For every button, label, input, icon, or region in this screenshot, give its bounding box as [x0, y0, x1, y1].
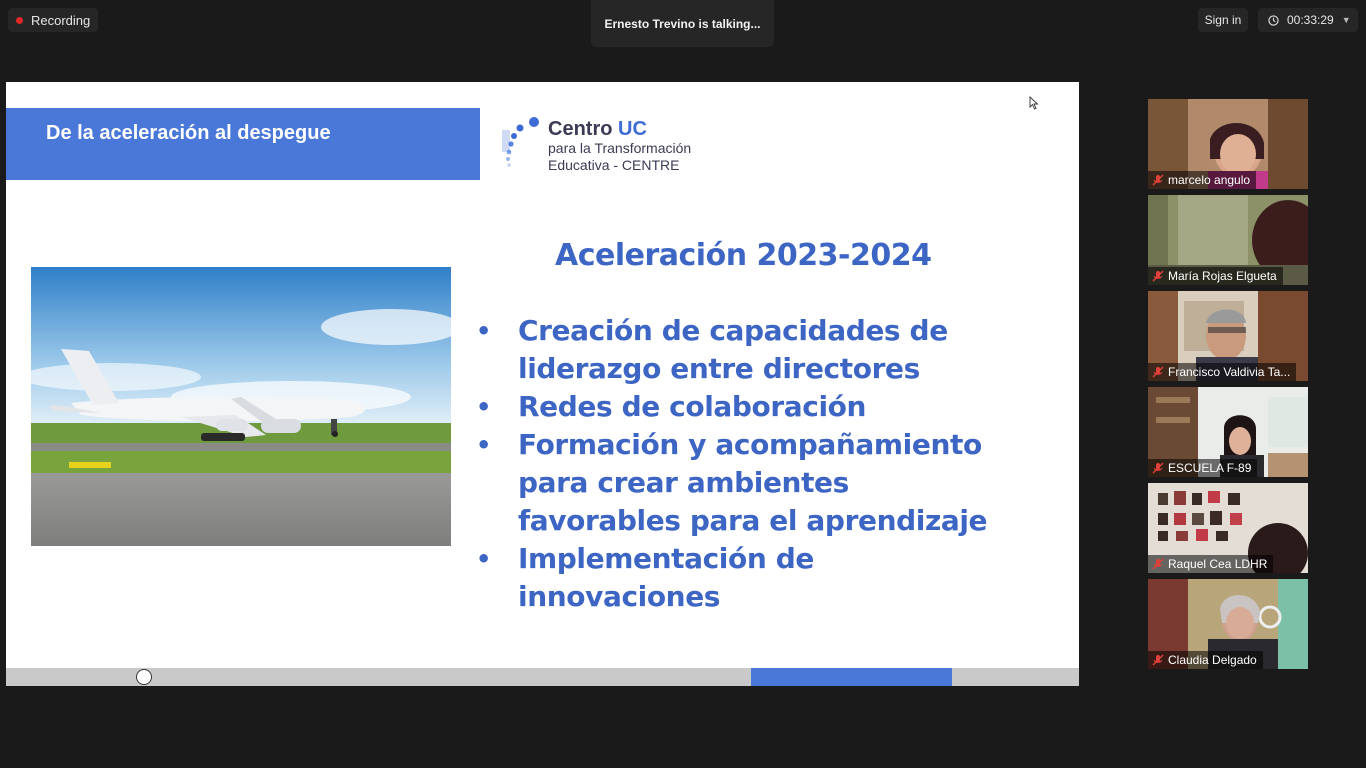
participant-name: María Rojas Elgueta [1168, 269, 1277, 283]
participant-tile[interactable]: ESCUELA F-89 [1148, 387, 1308, 477]
bullet-item: • Redes de colaboración [476, 388, 987, 426]
participant-tile[interactable]: Raquel Cea LDHR [1148, 483, 1308, 573]
bullet-dot-icon: • [476, 431, 491, 459]
airplane-photo [31, 267, 451, 546]
logo-uc-word: UC [618, 118, 647, 140]
logo-subtitle-2: Educativa - CENTRE [548, 157, 680, 173]
muted-mic-icon [1152, 366, 1164, 378]
bullet-text: Formación y acompañamiento [518, 428, 982, 461]
participant-name-tag: Francisco Valdivia Ta... [1148, 363, 1297, 381]
participant-name: Raquel Cea LDHR [1168, 557, 1268, 571]
active-speaker-label: Ernesto Trevino is talking... [604, 16, 761, 31]
bullet-text: Creación de capacidades de [518, 314, 948, 347]
meeting-timer[interactable]: 00:33:29 ▼ [1258, 8, 1358, 32]
recording-dot-icon [16, 16, 23, 24]
muted-mic-icon [1152, 270, 1164, 282]
bullet-dot-icon: • [476, 317, 491, 345]
bullet-dot-icon: • [476, 393, 491, 421]
participant-name-tag: ESCUELA F-89 [1148, 459, 1258, 477]
participant-name-tag: marcelo angulo [1148, 171, 1257, 189]
bullet-text: innovaciones [518, 580, 721, 613]
participant-name-tag: Claudia Delgado [1148, 651, 1263, 669]
recording-indicator[interactable]: Recording [8, 8, 99, 32]
muted-mic-icon [1152, 174, 1164, 186]
participant-tile[interactable]: María Rojas Elgueta [1148, 195, 1308, 285]
bullet-item: • Creación de capacidades de liderazgo e… [476, 312, 987, 388]
active-speaker-banner: Ernesto Trevino is talking... [591, 0, 774, 47]
participant-name: Claudia Delgado [1168, 653, 1257, 667]
slide-title: De la aceleración al despegue [46, 122, 331, 144]
chevron-down-icon[interactable]: ▼ [1342, 15, 1351, 25]
participant-name-tag: Raquel Cea LDHR [1148, 555, 1274, 573]
logo-subtitle-1: para la Transformación [548, 140, 692, 156]
slide-bottom-accent [751, 668, 952, 686]
centro-uc-logo-icon [502, 117, 539, 167]
participant-name: marcelo angulo [1168, 173, 1251, 187]
mouse-cursor-icon [1029, 96, 1039, 110]
logo-centro-word: Centro [548, 118, 618, 140]
recording-label: Recording [31, 12, 91, 28]
bullet-text: liderazgo entre directores [518, 352, 920, 385]
bullet-item: • Implementación de innovaciones [476, 540, 987, 616]
slide-heading: Aceleración 2023-2024 [555, 238, 932, 273]
muted-mic-icon [1152, 654, 1164, 666]
bullet-item: • Formación y acompañamiento para crear … [476, 426, 988, 540]
bullet-text: para crear ambientes [518, 466, 849, 499]
timer-value: 00:33:29 [1287, 13, 1334, 27]
participant-tile[interactable]: Francisco Valdivia Ta... [1148, 291, 1308, 381]
participant-name: ESCUELA F-89 [1168, 461, 1252, 475]
muted-mic-icon [1152, 462, 1164, 474]
participant-tile[interactable]: marcelo angulo [1148, 99, 1308, 189]
participant-name-tag: María Rojas Elgueta [1148, 267, 1283, 285]
participant-name: Francisco Valdivia Ta... [1168, 365, 1291, 379]
muted-mic-icon [1152, 558, 1164, 570]
shared-slide: De la aceleración al despegue Centro UC … [6, 82, 1079, 686]
camera-icon[interactable] [136, 669, 152, 685]
sign-in-label: Sign in [1204, 13, 1242, 27]
bullet-list: • Creación de capacidades de liderazgo e… [476, 312, 988, 616]
bullet-text: Implementación de [518, 542, 814, 575]
sign-in-button[interactable]: Sign in [1198, 8, 1248, 32]
clock-icon [1268, 14, 1279, 26]
participant-tile[interactable]: Claudia Delgado [1148, 579, 1308, 669]
bullet-text: favorables para el aprendizaje [518, 504, 988, 537]
logo-centro-text: Centro UC [548, 118, 647, 141]
bullet-dot-icon: • [476, 545, 491, 573]
bullet-text: Redes de colaboración [518, 390, 867, 423]
